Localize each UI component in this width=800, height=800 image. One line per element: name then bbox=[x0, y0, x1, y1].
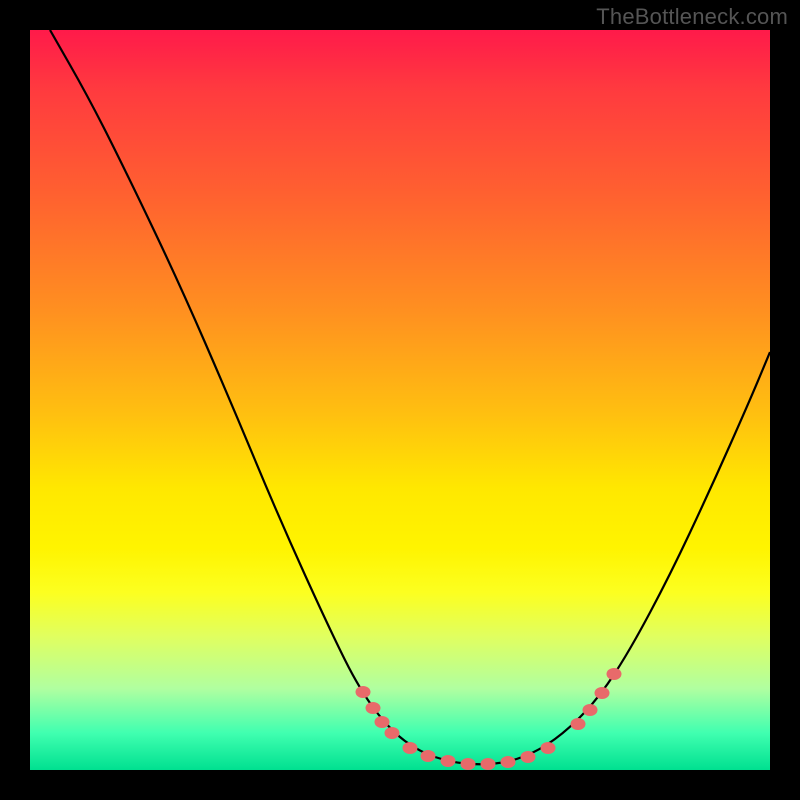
curve-marker bbox=[521, 751, 536, 763]
curve-marker bbox=[356, 686, 371, 698]
curve-marker bbox=[541, 742, 556, 754]
plot-area bbox=[30, 30, 770, 770]
curve-marker bbox=[403, 742, 418, 754]
curve-marker bbox=[366, 702, 381, 714]
curve-marker bbox=[607, 668, 622, 680]
curve-marker bbox=[583, 704, 598, 716]
curve-marker bbox=[461, 758, 476, 770]
bottleneck-curve bbox=[50, 30, 770, 764]
curve-marker bbox=[421, 750, 436, 762]
curve-marker bbox=[385, 727, 400, 739]
chart-svg bbox=[30, 30, 770, 770]
curve-markers bbox=[356, 668, 622, 770]
curve-marker bbox=[375, 716, 390, 728]
curve-marker bbox=[441, 755, 456, 767]
curve-marker bbox=[501, 756, 516, 768]
watermark-text: TheBottleneck.com bbox=[596, 4, 788, 30]
curve-marker bbox=[571, 718, 586, 730]
curve-marker bbox=[595, 687, 610, 699]
curve-marker bbox=[481, 758, 496, 770]
